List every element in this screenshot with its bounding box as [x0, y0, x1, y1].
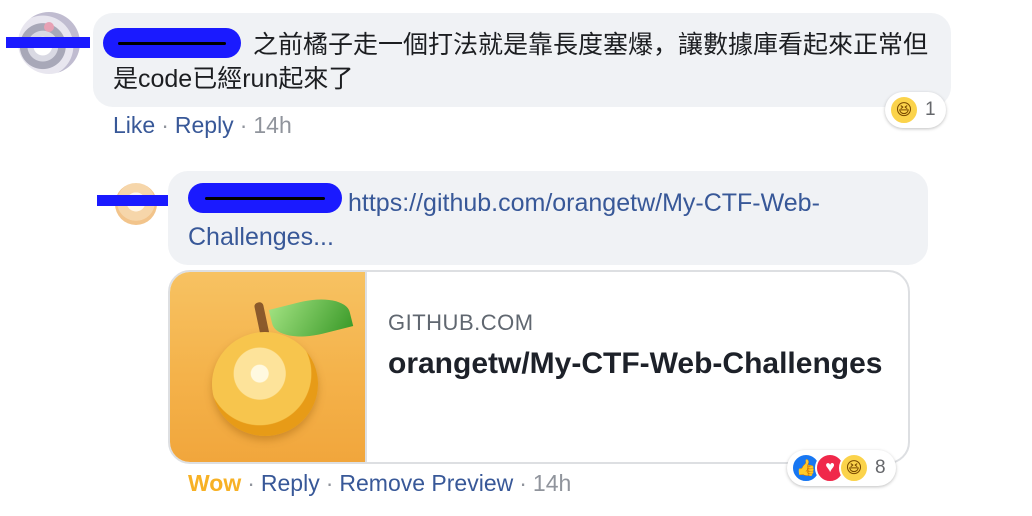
separator: · — [519, 470, 527, 496]
haha-icon: 😆 — [839, 453, 869, 483]
preview-thumbnail — [170, 272, 367, 462]
separator: · — [325, 470, 334, 496]
reaction-count: 1 — [925, 99, 936, 120]
redaction-bar — [6, 37, 90, 48]
separator: · — [161, 112, 169, 138]
haha-icon: 😆 — [889, 95, 919, 125]
like-button[interactable]: Like — [113, 112, 155, 138]
reply-text: https://github.com/orangetw/My-CTF-Web-C… — [188, 186, 908, 254]
reply-actions: Wow · Reply · Remove Preview · 14h — [188, 470, 571, 497]
reaction-count: 8 — [875, 457, 886, 478]
comment-text: 之前橘子走一個打法就是靠長度塞爆，讓數據庫看起來正常但是code已經run起來了 — [113, 28, 933, 96]
separator: · — [247, 470, 255, 496]
reaction-summary[interactable]: 😆 1 — [885, 92, 946, 128]
separator: · — [239, 112, 248, 138]
wow-reaction-button[interactable]: Wow — [188, 470, 241, 496]
github-link[interactable]: https://github.com/orangetw/My-CTF-Web-C… — [188, 189, 820, 251]
orange-fruit-image — [212, 332, 318, 436]
redaction-bar — [97, 195, 179, 206]
remove-preview-button[interactable]: Remove Preview — [339, 470, 513, 496]
preview-domain: GITHUB.COM — [388, 310, 534, 335]
reply-button[interactable]: Reply — [261, 470, 320, 496]
reaction-summary[interactable]: 👍 ♥ 😆 8 — [787, 450, 896, 486]
timestamp[interactable]: 14h — [533, 470, 571, 496]
reply-button[interactable]: Reply — [175, 112, 234, 138]
preview-title[interactable]: orangetw/My-CTF-Web-Challenges — [388, 345, 888, 383]
comment-body: 之前橘子走一個打法就是靠長度塞爆，讓數據庫看起來正常但是code已經run起來了 — [113, 31, 929, 93]
comment-actions: Like · Reply · 14h — [113, 112, 292, 139]
avatar-detail — [44, 22, 54, 32]
timestamp[interactable]: 14h — [253, 112, 291, 138]
